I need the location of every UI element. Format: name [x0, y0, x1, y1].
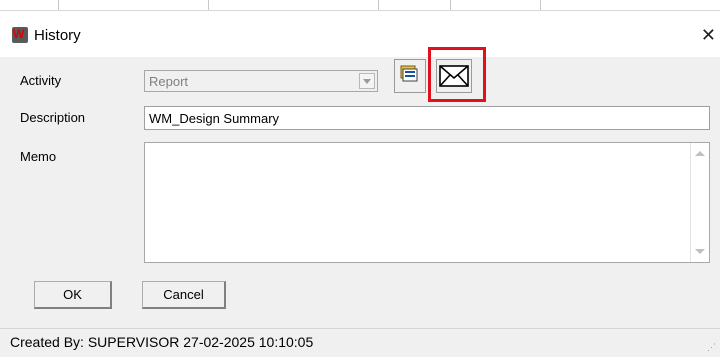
chevron-down-icon[interactable] — [359, 73, 375, 89]
background-window-strip — [0, 0, 720, 11]
activity-select[interactable]: Report — [144, 70, 378, 92]
highlight-box — [428, 47, 486, 102]
close-icon[interactable]: ✕ — [701, 25, 716, 46]
description-label: Description — [20, 110, 86, 125]
description-field[interactable]: WM_Design Summary — [144, 106, 710, 130]
status-bar: Created By: SUPERVISOR 27-02-2025 10:10:… — [0, 328, 720, 357]
memo-label: Memo — [20, 149, 57, 164]
cancel-button[interactable]: Cancel — [142, 281, 226, 309]
window-title: History — [34, 27, 81, 44]
folder-document-icon — [400, 65, 418, 82]
activity-label: Activity — [20, 73, 62, 88]
activity-select-value: Report — [149, 74, 189, 89]
description-value: WM_Design Summary — [149, 111, 280, 126]
memo-scrollbar[interactable] — [690, 143, 709, 262]
title-bar: History ✕ — [0, 11, 720, 57]
scroll-down-icon[interactable] — [695, 249, 705, 254]
created-by-text: Created By: SUPERVISOR 27-02-2025 10:10:… — [10, 334, 314, 350]
ok-button[interactable]: OK — [34, 281, 112, 309]
memo-field[interactable] — [144, 142, 710, 263]
app-logo-icon — [12, 27, 28, 43]
resize-grip-icon[interactable]: ⋰ — [707, 342, 716, 353]
attach-document-button[interactable] — [394, 59, 426, 93]
scroll-up-icon[interactable] — [695, 151, 705, 156]
